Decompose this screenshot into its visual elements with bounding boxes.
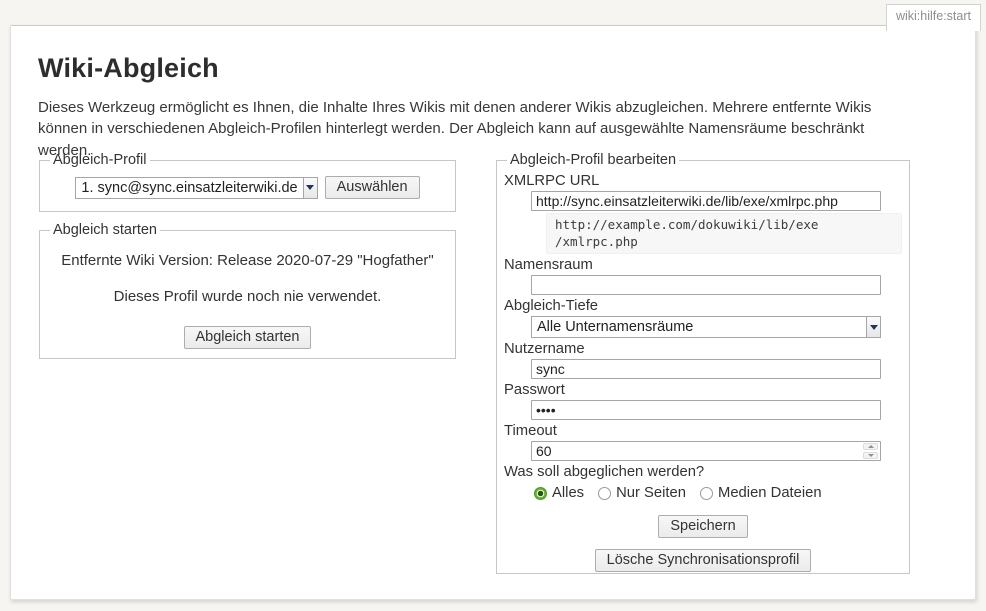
sync-start-fieldset: Abgleich starten Entfernte Wiki Version:… bbox=[39, 222, 456, 359]
choose-profile-button[interactable]: Auswählen bbox=[325, 176, 420, 199]
spinner-up-icon[interactable] bbox=[863, 443, 878, 450]
radio-label: Nur Seiten bbox=[616, 485, 686, 501]
username-label: Nutzername bbox=[504, 341, 902, 357]
profile-edit-fieldset: Abgleich-Profil bearbeiten XMLRPC URL ht… bbox=[496, 152, 910, 574]
depth-label: Abgleich-Tiefe bbox=[504, 298, 902, 314]
namespace-label: Namensraum bbox=[504, 257, 902, 273]
username-input[interactable] bbox=[531, 359, 881, 379]
timeout-label: Timeout bbox=[504, 423, 902, 439]
radio-option-medien-dateien[interactable]: Medien Dateien bbox=[700, 485, 822, 501]
password-label: Passwort bbox=[504, 382, 902, 398]
profile-select-value: 1. sync@sync.einsatzleiterwiki.de bbox=[76, 178, 302, 198]
start-sync-button[interactable]: Abgleich starten bbox=[184, 326, 312, 349]
radio-selected-icon[interactable] bbox=[534, 487, 547, 500]
page-title: Wiki-Abgleich bbox=[38, 53, 219, 84]
namespace-input[interactable] bbox=[531, 275, 881, 295]
profile-select-legend: Abgleich-Profil bbox=[50, 152, 150, 168]
radio-label: Alles bbox=[552, 485, 584, 501]
radio-label: Medien Dateien bbox=[718, 485, 822, 501]
depth-select-dropdown[interactable]: Alle Unternamensräume bbox=[531, 316, 881, 338]
page-id-tab: wiki:hilfe:start bbox=[886, 4, 981, 31]
chevron-down-icon bbox=[866, 317, 880, 337]
sync-scope-label: Was soll abgeglichen werden? bbox=[504, 464, 902, 480]
xmlrpc-url-label: XMLRPC URL bbox=[504, 173, 902, 189]
radio-option-alles[interactable]: Alles bbox=[534, 485, 584, 501]
timeout-spinner[interactable] bbox=[863, 443, 878, 459]
password-input[interactable] bbox=[531, 400, 881, 420]
sync-start-legend: Abgleich starten bbox=[50, 222, 160, 238]
content-panel: Wiki-Abgleich Dieses Werkzeug ermöglicht… bbox=[10, 25, 976, 600]
profile-edit-legend: Abgleich-Profil bearbeiten bbox=[507, 152, 679, 168]
timeout-input[interactable] bbox=[531, 441, 881, 461]
spinner-down-icon[interactable] bbox=[863, 452, 878, 459]
never-used-text: Dieses Profil wurde noch nie verwendet. bbox=[47, 288, 448, 305]
depth-select-value: Alle Unternamensräume bbox=[532, 317, 698, 337]
chevron-down-icon bbox=[303, 178, 317, 198]
remote-version-text: Entfernte Wiki Version: Release 2020-07-… bbox=[47, 252, 448, 269]
xmlrpc-url-input[interactable] bbox=[531, 191, 881, 211]
radio-unselected-icon[interactable] bbox=[700, 487, 713, 500]
xmlrpc-url-hint: http://example.com/dokuwiki/lib/exe /xml… bbox=[546, 213, 902, 254]
profile-select-dropdown[interactable]: 1. sync@sync.einsatzleiterwiki.de bbox=[75, 177, 317, 199]
radio-unselected-icon[interactable] bbox=[598, 487, 611, 500]
delete-sync-profile-button[interactable]: Lösche Synchronisationsprofil bbox=[595, 549, 812, 572]
profile-select-fieldset: Abgleich-Profil 1. sync@sync.einsatzleit… bbox=[39, 152, 456, 212]
radio-option-nur-seiten[interactable]: Nur Seiten bbox=[598, 485, 686, 501]
save-button[interactable]: Speichern bbox=[658, 515, 747, 538]
